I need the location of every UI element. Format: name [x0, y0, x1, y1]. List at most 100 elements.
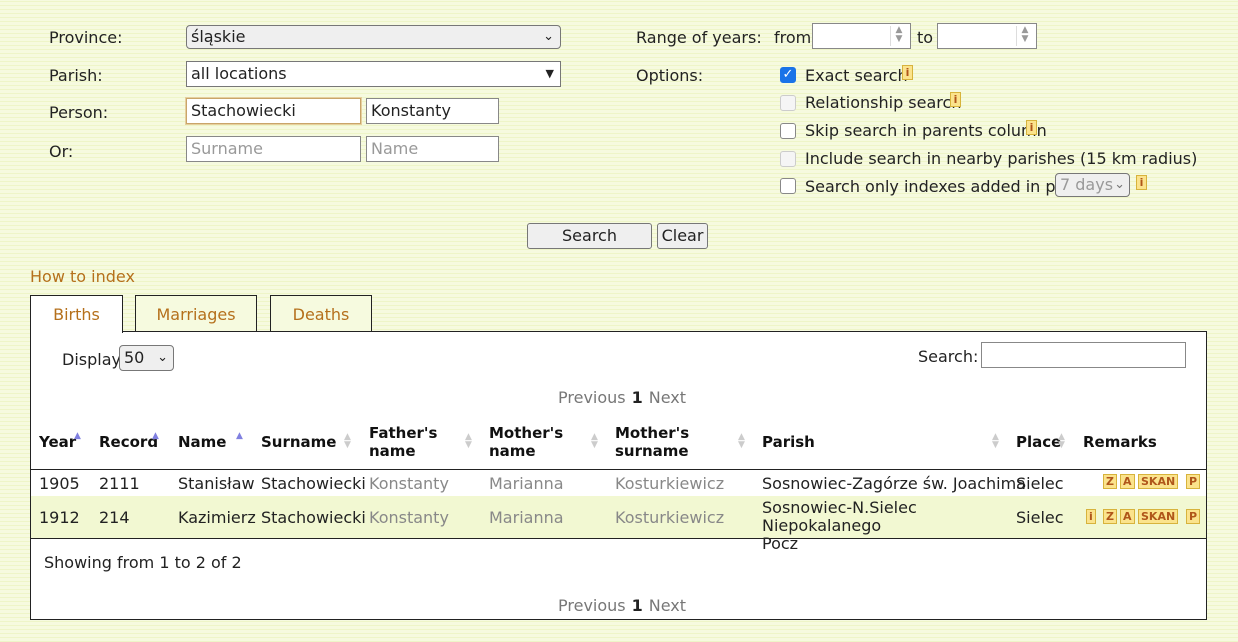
clear-button[interactable]: Clear [657, 223, 708, 249]
remark-a-button[interactable]: A [1120, 474, 1135, 489]
cell-mother-surname: Kosturkiewicz [615, 508, 725, 527]
table-search-label: Search: [918, 347, 979, 366]
person-name-input[interactable]: Konstanty [366, 98, 499, 124]
sort-both-icon[interactable]: ▲ ▼ [738, 433, 745, 450]
range-of-years-label: Range of years: [636, 28, 762, 47]
column-header-place[interactable]: Place [1016, 433, 1061, 451]
sort-asc-icon[interactable]: ▲ [236, 432, 243, 441]
province-value: śląskie [191, 27, 246, 46]
nearby-parishes-label: Include search in nearby parishes (15 km… [805, 149, 1198, 168]
display-count-value: 50 [124, 348, 145, 367]
cell-place: Sielec [1016, 508, 1064, 527]
cell-parish[interactable]: Sosnowiec-N.Sielec Niepokalanego Pocz [762, 499, 922, 553]
pager-next[interactable]: Next [649, 596, 686, 615]
column-header-parish[interactable]: Parish [762, 433, 815, 451]
table-search-input[interactable] [981, 342, 1186, 368]
sort-both-icon[interactable]: ▲ ▼ [591, 433, 598, 450]
cell-record: 2111 [99, 474, 140, 493]
column-header-year[interactable]: Year [39, 433, 76, 451]
cell-father: Konstanty [369, 474, 449, 493]
sort-both-icon[interactable]: ▲ ▼ [992, 433, 999, 450]
column-header-surname[interactable]: Surname [261, 433, 336, 451]
column-header-father[interactable]: Father's name [369, 424, 449, 460]
pager-top: Previous 1 Next [558, 388, 686, 407]
remark-info-button[interactable]: i [1086, 509, 1096, 524]
remark-p-button[interactable]: P [1186, 474, 1201, 489]
spinner-icon[interactable]: ▲ ▼ [1016, 26, 1033, 46]
remark-skan-button[interactable]: SKAN [1138, 474, 1179, 489]
pager-previous[interactable]: Previous [558, 596, 626, 615]
cell-parish[interactable]: Sosnowiec-Zagórze św. Joachima [762, 474, 1026, 493]
remark-p-button[interactable]: P [1186, 509, 1201, 524]
cell-record: 214 [99, 508, 130, 527]
cell-name: Stanisław [178, 474, 255, 493]
pager-bottom: Previous 1 Next [558, 596, 686, 615]
sort-both-icon[interactable]: ▲ ▼ [465, 433, 472, 450]
relationship-search-label: Relationship search [805, 93, 962, 112]
sort-both-icon[interactable]: ▲ ▼ [1058, 433, 1065, 450]
or-name-input[interactable]: Name [366, 136, 499, 162]
past-days-value: 7 days [1060, 175, 1114, 194]
column-header-remarks[interactable]: Remarks [1083, 433, 1157, 451]
from-label: from [774, 28, 812, 47]
parish-value: all locations [191, 64, 287, 83]
spinner-icon[interactable]: ▲ ▼ [890, 26, 907, 46]
remark-z-button[interactable]: Z [1103, 474, 1117, 489]
cell-year: 1912 [39, 508, 80, 527]
display-count-select[interactable]: 50 ⌄ [119, 345, 174, 371]
cell-surname: Stachowiecki [261, 508, 366, 527]
or-surname-input[interactable]: Surname [186, 136, 361, 162]
province-select[interactable]: śląskie ⌄ [186, 25, 561, 49]
or-label: Or: [49, 142, 74, 161]
remark-a-button[interactable]: A [1120, 509, 1135, 524]
column-header-mother[interactable]: Mother's name [489, 424, 569, 460]
pager-previous[interactable]: Previous [558, 388, 626, 407]
chevron-down-icon: ⌄ [1114, 177, 1125, 192]
cell-surname: Stachowiecki [261, 474, 366, 493]
column-header-record[interactable]: Record [99, 433, 158, 451]
info-icon[interactable]: i [1026, 120, 1037, 135]
province-label: Province: [49, 28, 123, 47]
tab-births[interactable]: Births [30, 295, 123, 333]
column-header-name[interactable]: Name [178, 433, 226, 451]
cell-place: Sielec [1016, 474, 1064, 493]
cell-mother: Marianna [489, 508, 564, 527]
skip-parents-label: Skip search in parents column [805, 121, 1047, 140]
relationship-search-checkbox[interactable] [780, 95, 796, 111]
remark-skan-button[interactable]: SKAN [1138, 509, 1179, 524]
pager-page[interactable]: 1 [632, 388, 643, 407]
sort-asc-icon[interactable]: ▲ [74, 432, 81, 441]
year-to-input[interactable]: ▲ ▼ [937, 23, 1037, 49]
sort-both-icon[interactable]: ▲ ▼ [344, 433, 351, 450]
exact-search-checkbox[interactable]: ✓ [780, 67, 796, 83]
past-indexes-checkbox[interactable] [780, 178, 796, 194]
how-to-index-link[interactable]: How to index [30, 267, 135, 286]
person-label: Person: [49, 103, 109, 122]
parish-select[interactable]: all locations ▼ [186, 61, 561, 87]
cell-name: Kazimierz [178, 508, 256, 527]
year-from-input[interactable]: ▲ ▼ [812, 23, 911, 49]
skip-parents-checkbox[interactable] [780, 123, 796, 139]
info-icon[interactable]: i [1136, 175, 1147, 190]
person-surname-input[interactable]: Stachowiecki [186, 98, 361, 124]
column-header-mother-surname[interactable]: Mother's surname [615, 424, 695, 460]
info-icon[interactable]: i [950, 92, 961, 107]
parish-label: Parish: [49, 66, 103, 85]
chevron-down-icon: ⌄ [543, 29, 554, 44]
tab-deaths[interactable]: Deaths [270, 295, 372, 332]
past-indexes-label: Search only indexes added in past [805, 177, 1080, 196]
cell-mother-surname: Kosturkiewicz [615, 474, 725, 493]
remark-z-button[interactable]: Z [1103, 509, 1117, 524]
search-button[interactable]: Search [527, 223, 652, 249]
nearby-parishes-checkbox[interactable] [780, 151, 796, 167]
display-label: Display [62, 350, 121, 369]
sort-asc-icon[interactable]: ▲ [152, 432, 159, 441]
info-icon[interactable]: i [902, 65, 913, 80]
tab-marriages[interactable]: Marriages [135, 295, 257, 332]
past-days-select[interactable]: 7 days ⌄ [1055, 173, 1130, 197]
caret-down-icon: ▼ [545, 67, 554, 80]
exact-search-label: Exact search [805, 66, 908, 85]
pager-page[interactable]: 1 [632, 596, 643, 615]
showing-info: Showing from 1 to 2 of 2 [44, 553, 242, 572]
pager-next[interactable]: Next [649, 388, 686, 407]
